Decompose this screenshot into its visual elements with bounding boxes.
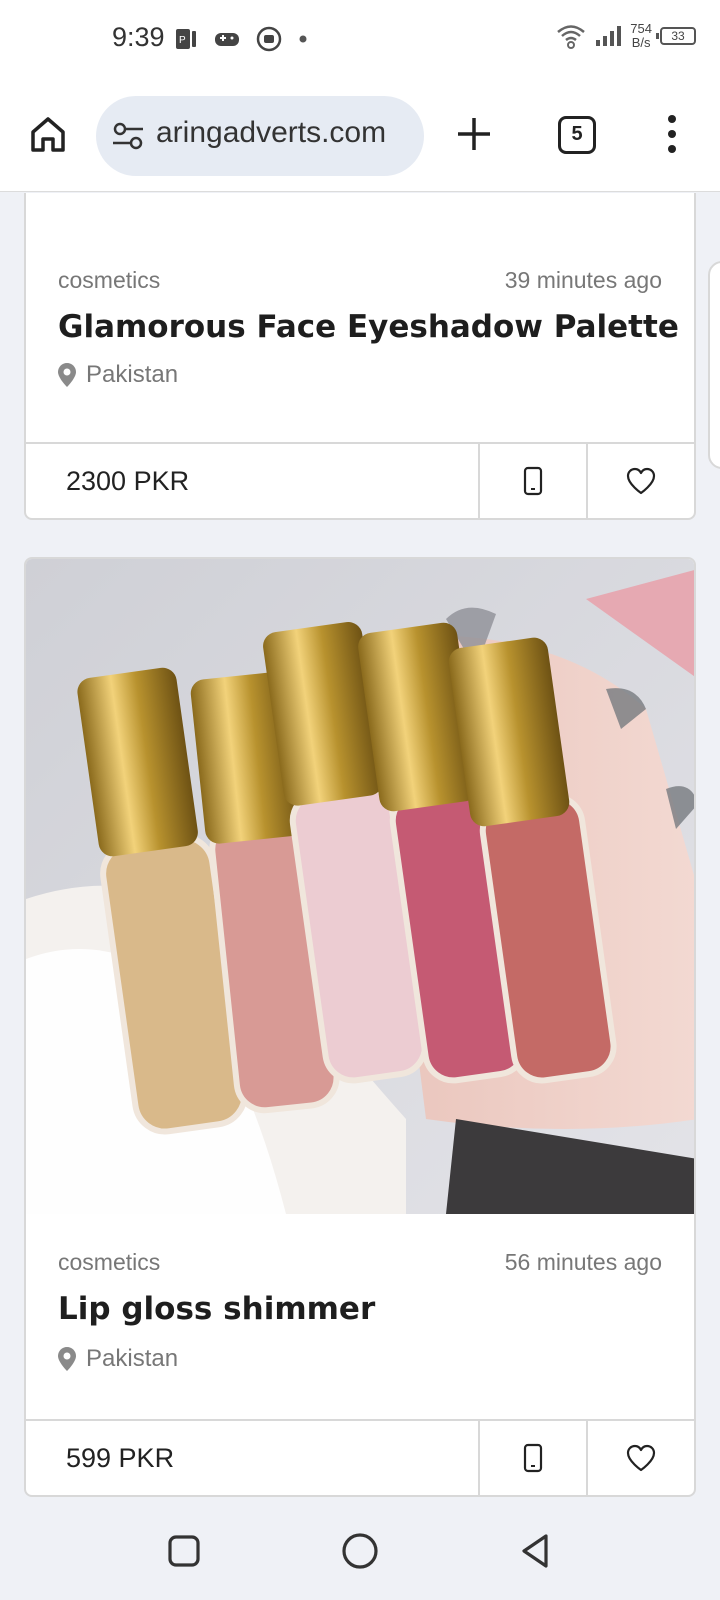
listing-time: 56 minutes ago bbox=[504, 1249, 662, 1275]
dot-icon bbox=[299, 35, 307, 43]
listings-feed[interactable]: cosmetics 39 minutes ago Glamorous Face … bbox=[0, 193, 720, 1503]
battery-icon: 33 bbox=[656, 27, 696, 45]
tune-icon[interactable] bbox=[112, 122, 144, 150]
gamepad-icon bbox=[215, 33, 239, 46]
listing-footer: 2300 PKR bbox=[26, 442, 694, 518]
address-bar[interactable]: aringadverts.com bbox=[96, 96, 424, 176]
listing-title[interactable]: Glamorous Face Eyeshadow Palette bbox=[58, 309, 679, 345]
app-notification-icon: P bbox=[176, 29, 196, 49]
media-icon bbox=[256, 26, 282, 52]
status-system-icons: 754 B/s 33 bbox=[556, 22, 696, 50]
square-icon[interactable] bbox=[164, 1531, 204, 1571]
network-speed-value: 754 bbox=[630, 21, 652, 36]
triangle-back-icon[interactable] bbox=[516, 1531, 556, 1571]
listing-category[interactable]: cosmetics bbox=[58, 1249, 160, 1276]
listing-card[interactable]: cosmetics 56 minutes ago Lip gloss shimm… bbox=[24, 557, 696, 1497]
phone-icon bbox=[523, 466, 543, 496]
call-button[interactable] bbox=[478, 1421, 586, 1495]
listing-location-text: Pakistan bbox=[86, 361, 179, 388]
favorite-button[interactable] bbox=[586, 1421, 694, 1495]
listing-location-text: Pakistan bbox=[86, 1345, 179, 1372]
status-notification-icons: P bbox=[174, 26, 308, 52]
circle-icon[interactable] bbox=[340, 1531, 380, 1571]
listing-price: 2300 PKR bbox=[66, 466, 190, 496]
network-speed-unit: B/s bbox=[631, 35, 651, 50]
listing-price: 599 PKR bbox=[66, 1443, 175, 1473]
listing-meta: cosmetics 39 minutes ago bbox=[58, 267, 662, 294]
listing-meta: cosmetics 56 minutes ago bbox=[58, 1249, 662, 1276]
listing-category[interactable]: cosmetics bbox=[58, 267, 160, 294]
lip-gloss-photo bbox=[26, 559, 694, 1214]
favorite-button[interactable] bbox=[586, 444, 694, 518]
status-bar: 9:39 P 754 B/s 33 bbox=[0, 0, 720, 84]
more-vert-icon[interactable] bbox=[664, 114, 680, 154]
call-button[interactable] bbox=[478, 444, 586, 518]
heart-icon bbox=[626, 467, 656, 495]
wifi-icon bbox=[557, 25, 586, 49]
side-panel-edge bbox=[708, 261, 720, 469]
heart-icon bbox=[626, 1444, 656, 1472]
signal-icon bbox=[596, 26, 622, 46]
location-pin-icon bbox=[58, 363, 76, 387]
listing-footer: 599 PKR bbox=[26, 1419, 694, 1495]
tab-switcher-button[interactable]: 5 bbox=[558, 116, 596, 154]
url-text[interactable]: aringadverts.com bbox=[156, 116, 386, 150]
network-speed: 754 B/s bbox=[630, 22, 652, 50]
home-icon[interactable] bbox=[28, 114, 68, 154]
browser-toolbar: aringadverts.com 5 bbox=[0, 84, 720, 192]
listing-title[interactable]: Lip gloss shimmer bbox=[58, 1291, 375, 1327]
listing-time: 39 minutes ago bbox=[504, 267, 662, 293]
plus-icon[interactable] bbox=[456, 116, 492, 152]
phone-icon bbox=[523, 1443, 543, 1473]
location-pin-icon bbox=[58, 1347, 76, 1371]
listing-card[interactable]: cosmetics 39 minutes ago Glamorous Face … bbox=[24, 193, 696, 520]
status-time: 9:39 bbox=[112, 22, 165, 52]
listing-location: Pakistan bbox=[58, 1345, 178, 1373]
listing-location: Pakistan bbox=[58, 361, 178, 389]
listing-photo[interactable] bbox=[26, 559, 694, 1214]
svg-text:P: P bbox=[179, 35, 186, 46]
system-nav-bar bbox=[0, 1503, 720, 1600]
